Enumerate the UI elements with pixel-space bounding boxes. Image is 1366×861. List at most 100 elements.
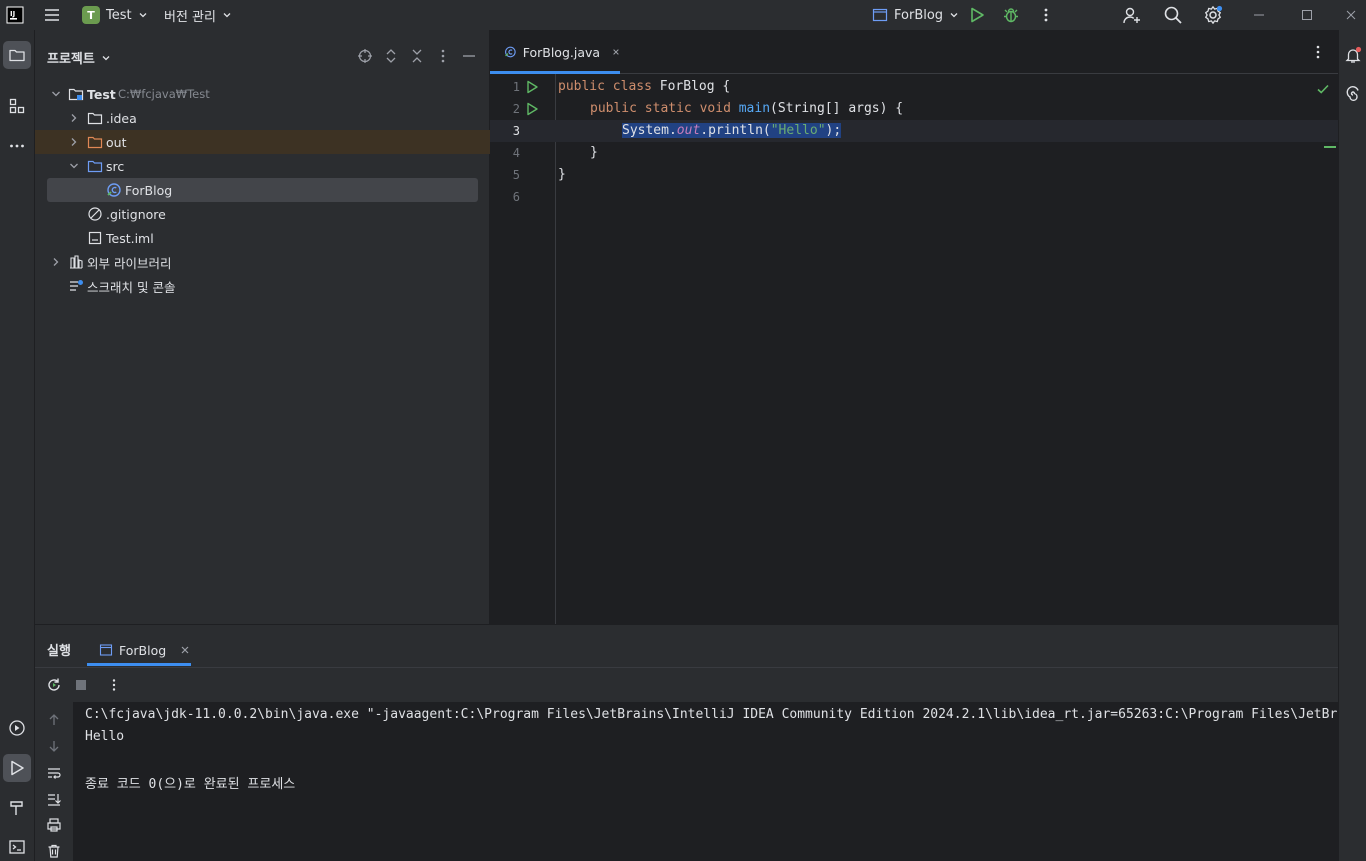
- scroll-to-end-button[interactable]: [43, 788, 65, 810]
- tree-item-gitignore[interactable]: .gitignore: [35, 202, 490, 226]
- settings-button[interactable]: [1203, 0, 1223, 30]
- console-command-line: C:\fcjava\jdk-11.0.0.2\bin\java.exe "-ja…: [85, 707, 1338, 722]
- services-icon: [9, 720, 25, 736]
- build-tool-button[interactable]: [3, 794, 31, 822]
- run-tool-button[interactable]: [3, 754, 31, 782]
- crosshair-icon: [358, 49, 372, 63]
- terminal-tool-button[interactable]: [3, 833, 31, 861]
- line-number: 4: [512, 146, 520, 160]
- services-tool-button[interactable]: [3, 714, 31, 742]
- run-icon: [527, 80, 538, 94]
- expand-icon: [386, 49, 396, 63]
- clear-console-button[interactable]: [43, 840, 65, 861]
- module-folder-icon: [68, 88, 84, 101]
- folder-icon: [9, 49, 25, 62]
- tree-item-external-libraries[interactable]: 외부 라이브러리: [35, 250, 490, 274]
- more-tools-button[interactable]: [3, 132, 31, 160]
- tree-item-label: ForBlog: [125, 182, 173, 198]
- console-output[interactable]: C:\fcjava\jdk-11.0.0.2\bin\java.exe "-ja…: [73, 702, 1338, 861]
- vcs-menu-label: 버전 관리: [164, 9, 216, 25]
- structure-tool-button[interactable]: [3, 92, 31, 120]
- vcs-menu[interactable]: 버전 관리: [164, 0, 232, 30]
- application-config-icon: [872, 8, 888, 22]
- scroll-down-button[interactable]: [43, 735, 65, 757]
- tree-item-label: .gitignore: [106, 206, 166, 222]
- code-line[interactable]: }: [558, 167, 566, 182]
- gutter-run-main-button[interactable]: [525, 102, 539, 116]
- chevron-right-icon: [71, 138, 77, 146]
- code-line[interactable]: public static void main(String[] args) {: [590, 101, 903, 116]
- tree-item-label: 외부 라이브러리: [87, 255, 172, 271]
- rerun-icon: [48, 678, 60, 691]
- debug-button[interactable]: [1002, 0, 1020, 30]
- active-run-tab-indicator: [87, 663, 191, 666]
- close-icon[interactable]: [612, 47, 620, 57]
- iml-file-icon: [88, 231, 102, 245]
- rerun-button[interactable]: [43, 674, 65, 696]
- trash-icon: [48, 844, 60, 858]
- more-horizontal-icon: [10, 144, 24, 148]
- tree-item-label: out: [106, 134, 127, 150]
- gear-icon: [1205, 5, 1223, 24]
- code-line[interactable]: }: [590, 145, 598, 160]
- run-config-selector[interactable]: ForBlog: [872, 0, 959, 30]
- close-window-button[interactable]: [1344, 0, 1358, 30]
- collapse-icon: [412, 49, 422, 63]
- line-number: 3: [512, 124, 520, 138]
- tree-item-forblog[interactable]: ForBlog: [47, 178, 478, 202]
- notifications-button[interactable]: [1339, 41, 1366, 69]
- collapse-all-button[interactable]: [409, 48, 425, 64]
- stop-icon: [76, 680, 86, 690]
- run-options-button[interactable]: [103, 674, 125, 696]
- stop-button[interactable]: [70, 674, 92, 696]
- minimize-window-button[interactable]: [1252, 0, 1266, 30]
- code-token: static: [644, 101, 692, 116]
- code-line[interactable]: public class ForBlog {: [558, 79, 730, 94]
- search-everywhere-button[interactable]: [1163, 0, 1183, 30]
- hide-panel-button[interactable]: [461, 48, 477, 64]
- run-icon: [971, 7, 984, 23]
- tree-item-project-root[interactable]: Test C:₩fcjava₩Test: [35, 82, 490, 106]
- run-tab-forblog[interactable]: ForBlog: [93, 633, 196, 667]
- run-button[interactable]: [968, 0, 986, 30]
- more-vertical-icon: [112, 679, 116, 691]
- excluded-folder-icon: [87, 136, 103, 149]
- code-with-me-button[interactable]: [1122, 0, 1142, 30]
- tree-item-scratches[interactable]: 스크래치 및 콘솔: [35, 274, 490, 298]
- code-token: main: [738, 101, 771, 116]
- scroll-up-button[interactable]: [43, 709, 65, 731]
- run-panel-divider: [35, 667, 1338, 668]
- editor-tab-forblog[interactable]: ForBlog.java: [490, 30, 620, 74]
- print-button[interactable]: [43, 814, 65, 836]
- more-actions-button[interactable]: [1038, 0, 1054, 30]
- line-number: 5: [512, 168, 520, 182]
- tree-item-iml[interactable]: Test.iml: [35, 226, 490, 250]
- code-token: void: [699, 101, 731, 116]
- code-token: System.: [622, 123, 677, 138]
- gutter-run-class-button[interactable]: [525, 80, 539, 94]
- tree-item-path: C:₩fcjava₩Test: [118, 87, 210, 101]
- expand-all-button[interactable]: [383, 48, 399, 64]
- project-switcher[interactable]: T Test: [82, 0, 148, 30]
- close-icon[interactable]: [180, 645, 190, 655]
- left-tool-strip: [0, 30, 35, 861]
- code-line-selected[interactable]: System.out.println("Hello");: [622, 123, 842, 138]
- panel-options-button[interactable]: [435, 48, 451, 64]
- ai-assistant-button[interactable]: [1339, 81, 1366, 109]
- application-config-icon: [99, 644, 113, 656]
- arrow-down-icon: [49, 741, 59, 752]
- tree-item-idea[interactable]: .idea: [35, 106, 490, 130]
- chevron-right-icon: [53, 258, 59, 266]
- project-tool-button[interactable]: [3, 41, 31, 69]
- locate-file-button[interactable]: [357, 48, 373, 64]
- project-view-selector[interactable]: 프로젝트: [47, 48, 111, 67]
- main-menu-hamburger-icon[interactable]: [42, 0, 62, 30]
- maximize-window-button[interactable]: [1300, 0, 1314, 30]
- run-panel: 실행 ForBlog C:\fcjava\jdk-11.0.0.2\bin\ja…: [35, 624, 1338, 861]
- tree-item-out[interactable]: out: [35, 130, 490, 154]
- no-problems-indicator[interactable]: [1316, 82, 1330, 96]
- editor-tab-options-button[interactable]: [1310, 44, 1326, 60]
- tree-item-src[interactable]: src: [35, 154, 490, 178]
- soft-wrap-button[interactable]: [43, 762, 65, 784]
- run-config-name: ForBlog: [894, 7, 944, 23]
